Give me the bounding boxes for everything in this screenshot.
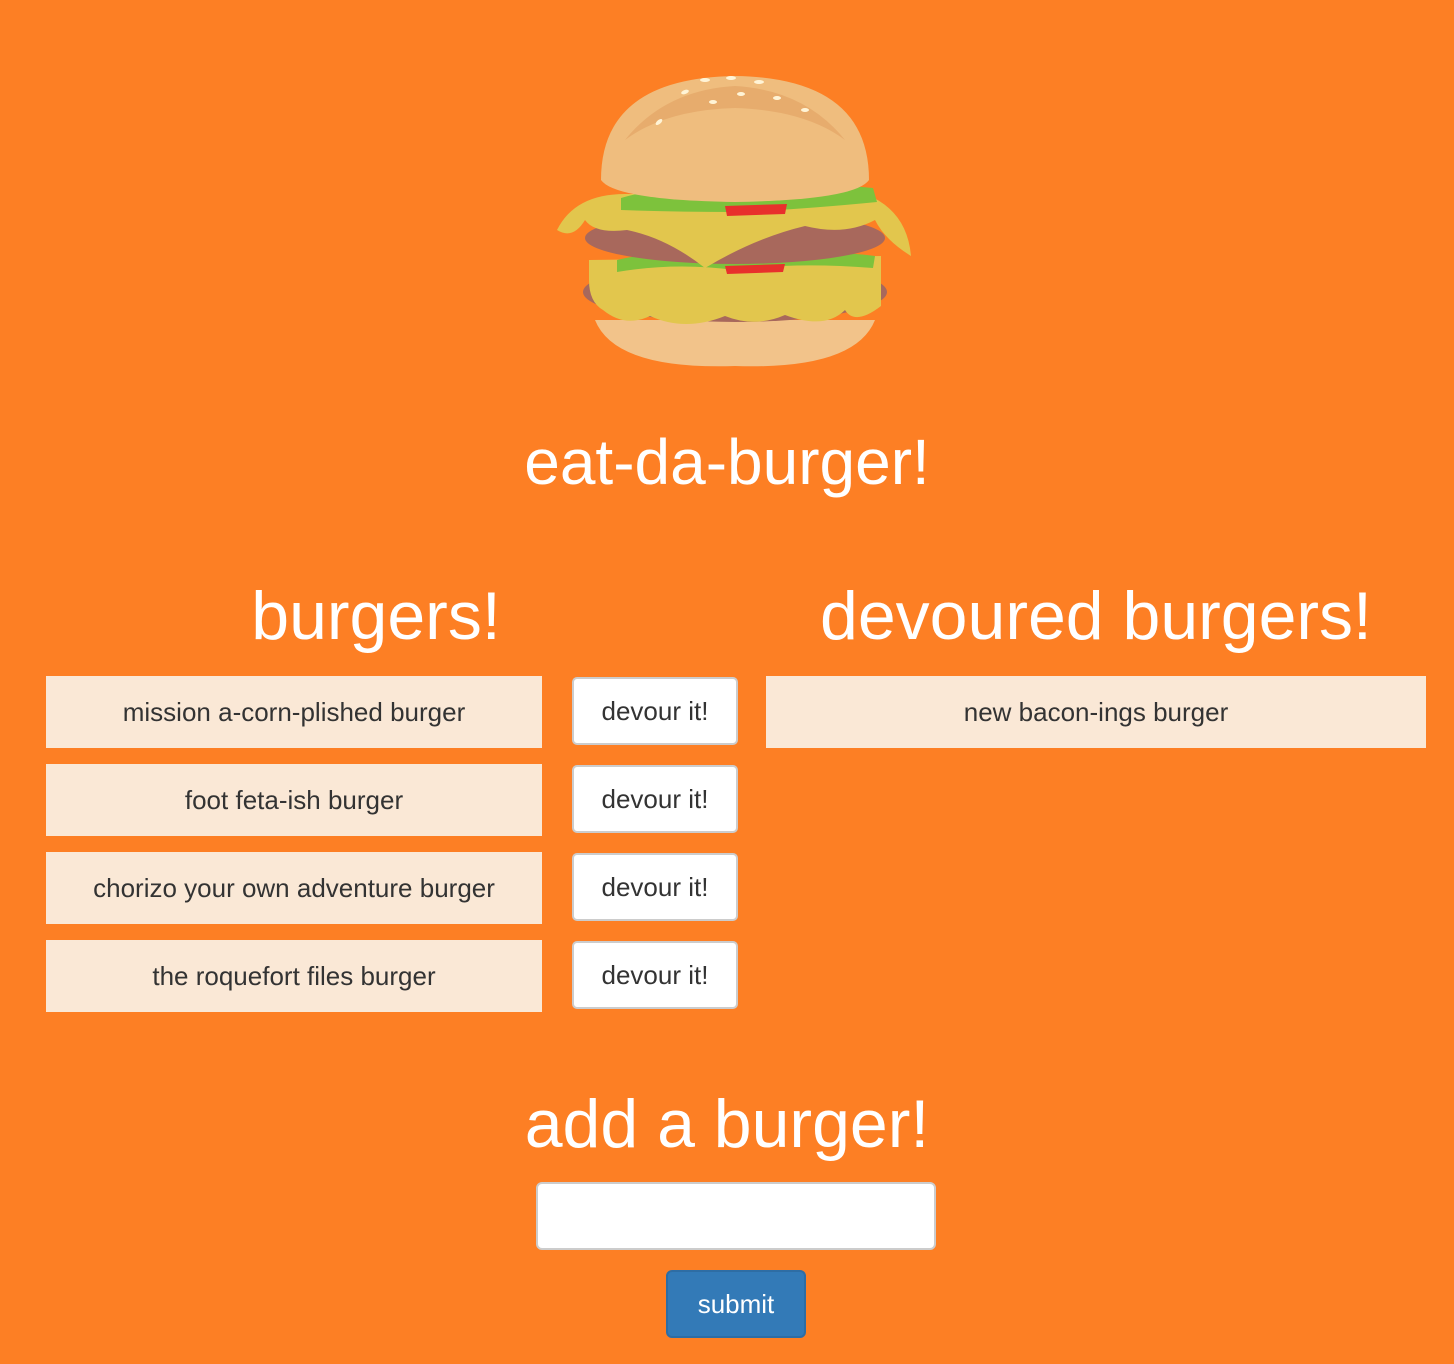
- burger-icon: [557, 76, 911, 367]
- devour-button[interactable]: devour it!: [572, 941, 738, 1009]
- devour-button[interactable]: devour it!: [572, 765, 738, 833]
- burgers-heading: burgers!: [251, 578, 501, 654]
- burger-item: foot feta-ish burger: [46, 764, 542, 836]
- devoured-burger-item: new bacon-ings burger: [766, 676, 1426, 748]
- burger-item: chorizo your own adventure burger: [46, 852, 542, 924]
- page-title: eat-da-burger!: [524, 426, 930, 498]
- burger-item: mission a-corn-plished burger: [46, 676, 542, 748]
- add-burger-heading: add a burger!: [524, 1086, 930, 1162]
- devour-button[interactable]: devour it!: [572, 853, 738, 921]
- devoured-heading: devoured burgers!: [820, 578, 1372, 654]
- burger-name-input[interactable]: [536, 1182, 936, 1250]
- burger-item: the roquefort files burger: [46, 940, 542, 1012]
- devour-button[interactable]: devour it!: [572, 677, 738, 745]
- submit-button[interactable]: submit: [666, 1270, 806, 1338]
